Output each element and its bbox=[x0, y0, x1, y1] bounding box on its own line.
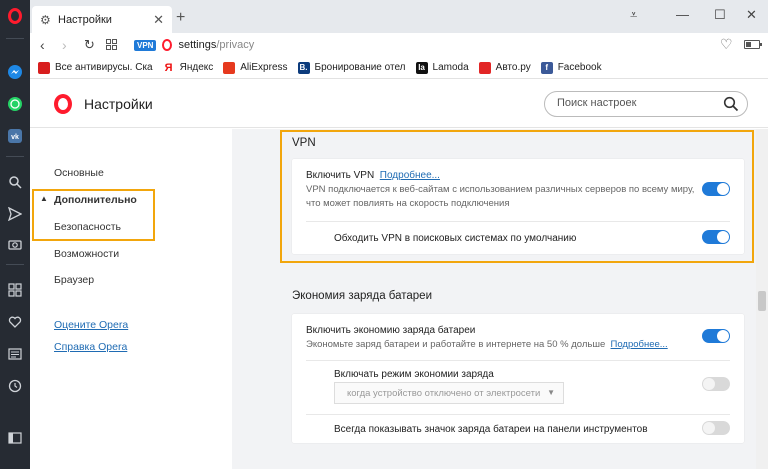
settings-nav: Основные ▲ Дополнительно Безопасность Во… bbox=[30, 129, 232, 469]
bookmark-item[interactable]: Я Яндекс bbox=[162, 61, 214, 74]
bookmark-label: Авто.ру bbox=[495, 62, 531, 73]
search-input[interactable] bbox=[557, 97, 717, 109]
bookmark-label: Все антивирусы. Ска bbox=[55, 62, 153, 73]
search-icon[interactable] bbox=[5, 172, 25, 192]
send-icon[interactable] bbox=[5, 204, 25, 224]
battery-more-link[interactable]: Подробнее... bbox=[611, 339, 668, 350]
opera-page-icon bbox=[162, 39, 173, 51]
vpn-badge[interactable]: VPN bbox=[134, 39, 157, 51]
bookmark-item[interactable]: la Lamoda bbox=[415, 61, 469, 74]
battery-enable-desc-text: Экономьте заряд батареи и работайте в ин… bbox=[306, 339, 606, 350]
aliexpress-icon bbox=[223, 61, 236, 74]
svg-text:vk: vk bbox=[11, 134, 19, 141]
close-window-button[interactable]: ✕ bbox=[746, 8, 757, 22]
heart-icon[interactable] bbox=[5, 312, 25, 332]
highlight-frame bbox=[280, 130, 754, 263]
scrollbar[interactable] bbox=[756, 129, 768, 469]
lamoda-icon: la bbox=[415, 61, 428, 74]
sidebar-toggle-icon[interactable] bbox=[5, 428, 25, 448]
bookmark-heart-icon[interactable]: ♡ bbox=[720, 37, 733, 51]
bookmark-item[interactable]: f Facebook bbox=[540, 61, 602, 74]
help-opera-link[interactable]: Справка Opera bbox=[54, 341, 127, 353]
news-icon[interactable] bbox=[5, 344, 25, 364]
battery-icon[interactable] bbox=[744, 40, 762, 49]
url-path: /privacy bbox=[216, 39, 255, 51]
booking-icon: B. bbox=[297, 61, 310, 74]
battery-mode-label: Включать режим экономии заряда bbox=[334, 369, 494, 380]
opera-menu-icon[interactable] bbox=[5, 6, 25, 26]
url-field[interactable]: VPN settings/privacy bbox=[130, 35, 740, 55]
gear-icon: ⚙ bbox=[40, 12, 51, 27]
settings-header: Настройки bbox=[30, 80, 768, 128]
nav-browser[interactable]: Браузер bbox=[54, 274, 94, 286]
speed-dial-icon[interactable] bbox=[5, 280, 25, 300]
battery-mode-toggle[interactable] bbox=[702, 377, 730, 391]
address-bar: ‹ › ↻ VPN settings/privacy ♡ bbox=[30, 33, 768, 57]
bookmark-item[interactable]: AliExpress bbox=[223, 61, 288, 74]
bookmark-label: Бронирование отел bbox=[314, 62, 406, 73]
sidebar-divider bbox=[6, 38, 24, 39]
tab-settings[interactable]: ⚙ Настройки ✕ bbox=[32, 6, 172, 33]
battery-enable-label: Включить экономию заряда батареи bbox=[306, 325, 476, 336]
messenger-icon[interactable] bbox=[5, 62, 25, 82]
chevron-down-icon: ▼ bbox=[547, 388, 555, 397]
battery-mode-value: когда устройство отключено от электросет… bbox=[347, 388, 541, 399]
new-tab-button[interactable]: + bbox=[176, 10, 185, 26]
facebook-icon: f bbox=[540, 61, 553, 74]
divider bbox=[306, 360, 730, 361]
red-square-icon bbox=[38, 61, 50, 74]
scroll-thumb[interactable] bbox=[758, 291, 766, 311]
bookmark-item[interactable]: B. Бронирование отел bbox=[297, 61, 406, 74]
camera-icon[interactable] bbox=[5, 234, 25, 254]
sidebar-divider bbox=[6, 156, 24, 157]
bookmark-label: Lamoda bbox=[432, 62, 469, 73]
search-icon[interactable] bbox=[723, 96, 739, 112]
rate-opera-link[interactable]: Оцените Opera bbox=[54, 319, 128, 331]
divider bbox=[306, 414, 730, 415]
url-host: settings bbox=[178, 39, 217, 51]
highlight-frame bbox=[32, 189, 155, 241]
sidebar-divider bbox=[6, 264, 24, 265]
back-button[interactable]: ‹ bbox=[40, 37, 45, 53]
tab-menu-icon[interactable]: ⩡ bbox=[630, 8, 637, 22]
battery-icon-toggle[interactable] bbox=[702, 421, 730, 435]
close-tab-icon[interactable]: ✕ bbox=[153, 13, 164, 26]
battery-section-title: Экономия заряда батареи bbox=[292, 290, 432, 302]
tab-title: Настройки bbox=[58, 13, 112, 26]
autoru-icon bbox=[478, 61, 491, 74]
bookmark-label: Facebook bbox=[557, 62, 602, 73]
forward-button[interactable]: › bbox=[62, 37, 67, 53]
search-settings-box[interactable] bbox=[544, 91, 748, 117]
reload-button[interactable]: ↻ bbox=[84, 37, 95, 53]
history-icon[interactable] bbox=[5, 376, 25, 396]
tabs-grid-icon[interactable] bbox=[106, 37, 117, 53]
bookmark-item[interactable]: Авто.ру bbox=[478, 61, 531, 74]
battery-enable-toggle[interactable] bbox=[702, 329, 730, 343]
bookmark-item[interactable]: Все антивирусы. Ска bbox=[38, 61, 153, 74]
yandex-icon: Я bbox=[162, 61, 175, 74]
tab-bar: ⚙ Настройки ✕ + ⩡ — ☐ ✕ bbox=[30, 0, 768, 33]
bookmark-label: AliExpress bbox=[240, 62, 288, 73]
nav-basic[interactable]: Основные bbox=[54, 167, 104, 179]
bookmarks-bar: Все антивирусы. Ска Я Яндекс AliExpress B. Бр… bbox=[30, 57, 768, 79]
battery-icon-label: Всегда показывать значок заряда батареи … bbox=[334, 424, 648, 435]
vk-icon[interactable]: vk bbox=[5, 126, 25, 146]
page-title: Настройки bbox=[84, 96, 153, 112]
battery-mode-select[interactable]: когда устройство отключено от электросет… bbox=[334, 382, 564, 404]
battery-enable-desc: Экономьте заряд батареи и работайте в ин… bbox=[306, 338, 668, 352]
url-text: settings/privacy bbox=[178, 39, 254, 51]
minimize-button[interactable]: — bbox=[676, 8, 689, 22]
opera-logo-icon bbox=[54, 94, 72, 114]
bookmark-label: Яндекс bbox=[179, 62, 214, 73]
nav-features[interactable]: Возможности bbox=[54, 248, 119, 260]
maximize-button[interactable]: ☐ bbox=[714, 8, 726, 22]
opera-sidebar: vk bbox=[0, 0, 30, 469]
battery-card: Включить экономию заряда батареи Экономь… bbox=[292, 314, 744, 443]
whatsapp-icon[interactable] bbox=[5, 94, 25, 114]
